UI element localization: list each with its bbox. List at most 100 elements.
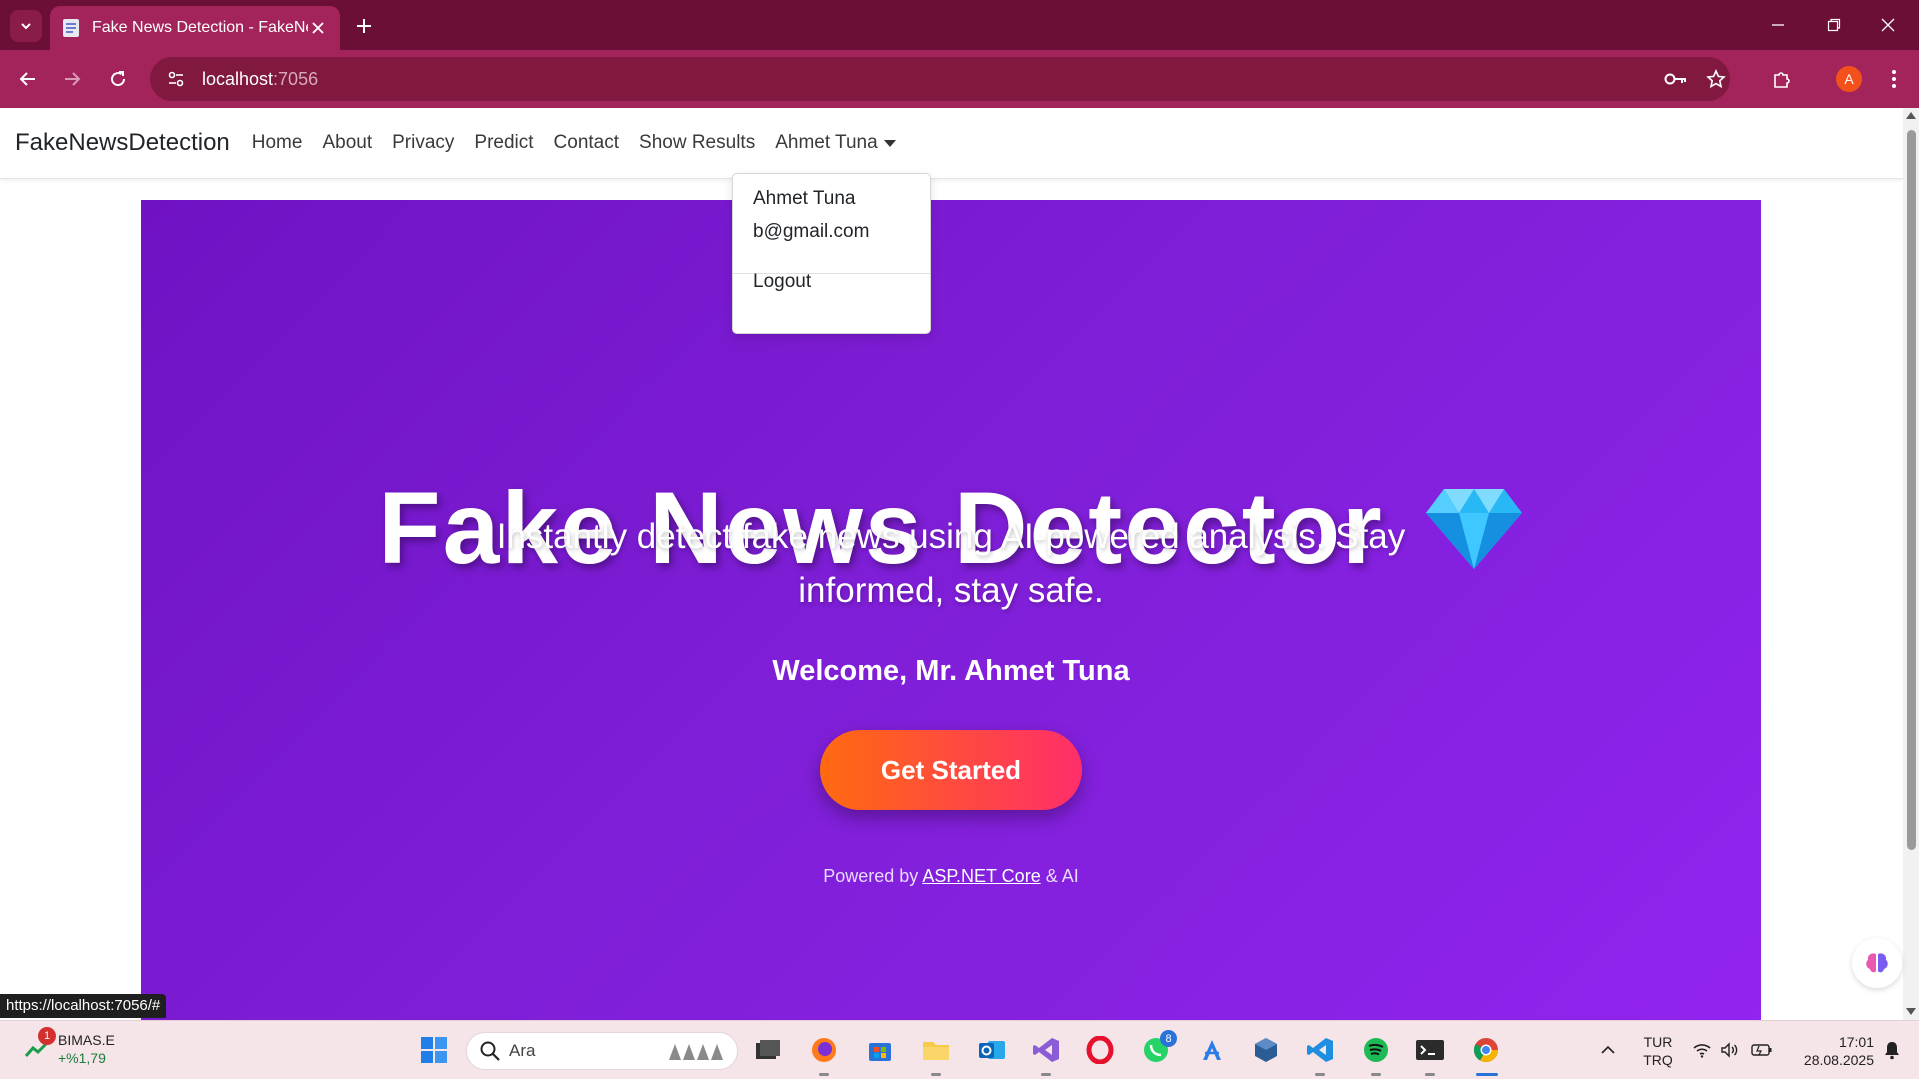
logout-menu-item[interactable]: Logout bbox=[753, 271, 811, 293]
taskbar-search[interactable]: Ara bbox=[466, 1032, 738, 1070]
reload-button[interactable] bbox=[102, 63, 134, 95]
stock-change: +%1,79 bbox=[58, 1050, 106, 1066]
bookmark-star-icon[interactable] bbox=[1702, 65, 1730, 93]
password-key-icon[interactable] bbox=[1662, 65, 1690, 93]
stock-badge: 1 bbox=[38, 1027, 56, 1045]
terminal-icon[interactable] bbox=[1412, 1032, 1448, 1068]
puzzle-icon bbox=[1774, 72, 1790, 88]
show-hidden-icons-chevron-up-icon[interactable] bbox=[1590, 1032, 1626, 1068]
spotify-open-indicator bbox=[1371, 1073, 1381, 1076]
hero-section: Fake News Detector Instantly detect fake… bbox=[141, 200, 1761, 1020]
ai-assistant-button[interactable] bbox=[1852, 938, 1902, 988]
whatsapp-badge: 8 bbox=[1160, 1030, 1177, 1047]
keyboard-layout-code: TRQ bbox=[1643, 1052, 1673, 1068]
get-started-button[interactable]: Get Started bbox=[820, 730, 1082, 810]
nav-link-about[interactable]: About bbox=[322, 132, 372, 154]
new-tab-button[interactable] bbox=[350, 12, 378, 40]
search-placeholder: Ara bbox=[509, 1041, 536, 1060]
chrome-icon[interactable] bbox=[1468, 1032, 1504, 1068]
whatsapp-icon[interactable]: 8 bbox=[1138, 1030, 1177, 1068]
scroll-up-arrow-icon[interactable] bbox=[1906, 112, 1916, 119]
more-vertical-icon bbox=[1892, 70, 1896, 88]
powered-suffix: & AI bbox=[1040, 866, 1079, 886]
extensions-button[interactable] bbox=[1766, 63, 1798, 95]
back-button[interactable] bbox=[12, 63, 44, 95]
user-menu-toggle[interactable]: Ahmet Tuna bbox=[775, 132, 896, 154]
start-button[interactable] bbox=[416, 1032, 452, 1068]
nav-link-privacy[interactable]: Privacy bbox=[392, 132, 454, 154]
stock-text: BIMAS.E +%1,79 bbox=[50, 1031, 115, 1067]
site-navbar: FakeNewsDetection Home About Privacy Pre… bbox=[0, 108, 1903, 179]
dropdown-user-name: Ahmet Tuna bbox=[753, 188, 856, 209]
browser-menu-button[interactable] bbox=[1878, 63, 1910, 95]
user-dropdown-menu: Ahmet Tuna b@gmail.com Logout bbox=[732, 173, 931, 334]
clock-time: 17:01 bbox=[1838, 1034, 1874, 1050]
volume-icon[interactable] bbox=[1712, 1032, 1748, 1068]
address-bar[interactable]: localhost:7056 bbox=[150, 57, 1730, 101]
page-viewport: FakeNewsDetection Home About Privacy Pre… bbox=[0, 108, 1919, 1020]
site-info-icon[interactable] bbox=[156, 59, 196, 99]
arrow-right-icon bbox=[65, 72, 81, 86]
nav-link-show-results[interactable]: Show Results bbox=[639, 132, 755, 154]
browser-toolbar: localhost:7056 A bbox=[0, 50, 1919, 108]
virtualbox-icon[interactable] bbox=[1248, 1032, 1284, 1068]
file-explorer-icon[interactable] bbox=[918, 1032, 954, 1068]
input-language-indicator[interactable]: TUR TRQ bbox=[1638, 1033, 1678, 1069]
plus-icon bbox=[357, 19, 371, 33]
brain-icon bbox=[1866, 953, 1888, 973]
spotify-icon[interactable] bbox=[1358, 1032, 1394, 1068]
windows-taskbar: 1 BIMAS.E +%1,79 Ara 8 TUR TRQ 17:01 28.… bbox=[0, 1020, 1919, 1079]
restore-icon bbox=[1827, 18, 1841, 32]
outlook-icon[interactable] bbox=[974, 1032, 1010, 1068]
explorer-open-indicator bbox=[931, 1073, 941, 1076]
task-view-icon[interactable] bbox=[750, 1032, 786, 1068]
visual-studio-open-indicator bbox=[1041, 1073, 1051, 1076]
nav-link-home[interactable]: Home bbox=[252, 132, 303, 154]
clock-date: 28.08.2025 bbox=[1803, 1052, 1874, 1068]
status-bar-url: https://localhost:7056/# bbox=[0, 994, 167, 1018]
nav-link-predict[interactable]: Predict bbox=[474, 132, 533, 154]
search-icon bbox=[480, 1041, 500, 1061]
forward-button[interactable] bbox=[56, 63, 88, 95]
stock-widget[interactable]: 1 BIMAS.E +%1,79 bbox=[24, 1027, 115, 1067]
aspnet-core-link[interactable]: ASP.NET Core bbox=[922, 866, 1040, 886]
scroll-thumb[interactable] bbox=[1907, 130, 1916, 850]
page-scrollbar[interactable] bbox=[1903, 108, 1919, 1020]
powered-prefix: Powered by bbox=[823, 866, 923, 886]
hero-subtitle: Instantly detect fake news using AI-powe… bbox=[496, 517, 1406, 610]
notification-bell-icon[interactable] bbox=[1874, 1032, 1910, 1068]
vscode-open-indicator bbox=[1315, 1073, 1325, 1076]
battery-icon[interactable] bbox=[1744, 1032, 1780, 1068]
user-menu-label: Ahmet Tuna bbox=[775, 132, 878, 153]
tab-close-icon[interactable] bbox=[308, 18, 328, 38]
search-highlight-icon bbox=[669, 1044, 723, 1060]
scroll-down-arrow-icon[interactable] bbox=[1906, 1008, 1916, 1015]
powered-by-text: Powered by ASP.NET Core & AI bbox=[141, 866, 1761, 887]
welcome-message: Welcome, Mr. Ahmet Tuna bbox=[772, 655, 1130, 687]
minimize-button[interactable] bbox=[1758, 10, 1798, 40]
clock[interactable]: 17:01 28.08.2025 bbox=[1786, 1033, 1874, 1069]
dropdown-user-email: b@gmail.com bbox=[753, 221, 870, 242]
minimize-icon bbox=[1772, 24, 1784, 26]
visual-studio-icon[interactable] bbox=[1028, 1032, 1064, 1068]
active-browser-tab[interactable]: Fake News Detection - FakeNewsDetection bbox=[50, 6, 340, 50]
microsoft-store-icon[interactable] bbox=[862, 1032, 898, 1068]
firefox-open-indicator bbox=[819, 1073, 829, 1076]
tab-title: Fake News Detection - FakeNewsDetection bbox=[92, 19, 308, 36]
url-text: localhost:7056 bbox=[202, 68, 319, 89]
stock-name: BIMAS.E bbox=[58, 1032, 115, 1048]
tab-search-button[interactable] bbox=[10, 10, 42, 42]
app-store-icon[interactable] bbox=[1194, 1032, 1230, 1068]
arrow-left-icon bbox=[19, 72, 35, 86]
firefox-icon[interactable] bbox=[806, 1032, 842, 1068]
caret-down-icon bbox=[883, 139, 896, 147]
restore-button[interactable] bbox=[1814, 10, 1854, 40]
profile-avatar[interactable]: A bbox=[1836, 66, 1862, 92]
nav-link-contact[interactable]: Contact bbox=[554, 132, 619, 154]
vscode-icon[interactable] bbox=[1302, 1032, 1338, 1068]
navbar-brand[interactable]: FakeNewsDetection bbox=[15, 129, 230, 157]
terminal-open-indicator bbox=[1425, 1073, 1435, 1076]
opera-icon[interactable] bbox=[1082, 1032, 1118, 1068]
close-window-button[interactable] bbox=[1868, 10, 1908, 40]
chrome-active-indicator bbox=[1476, 1073, 1498, 1076]
